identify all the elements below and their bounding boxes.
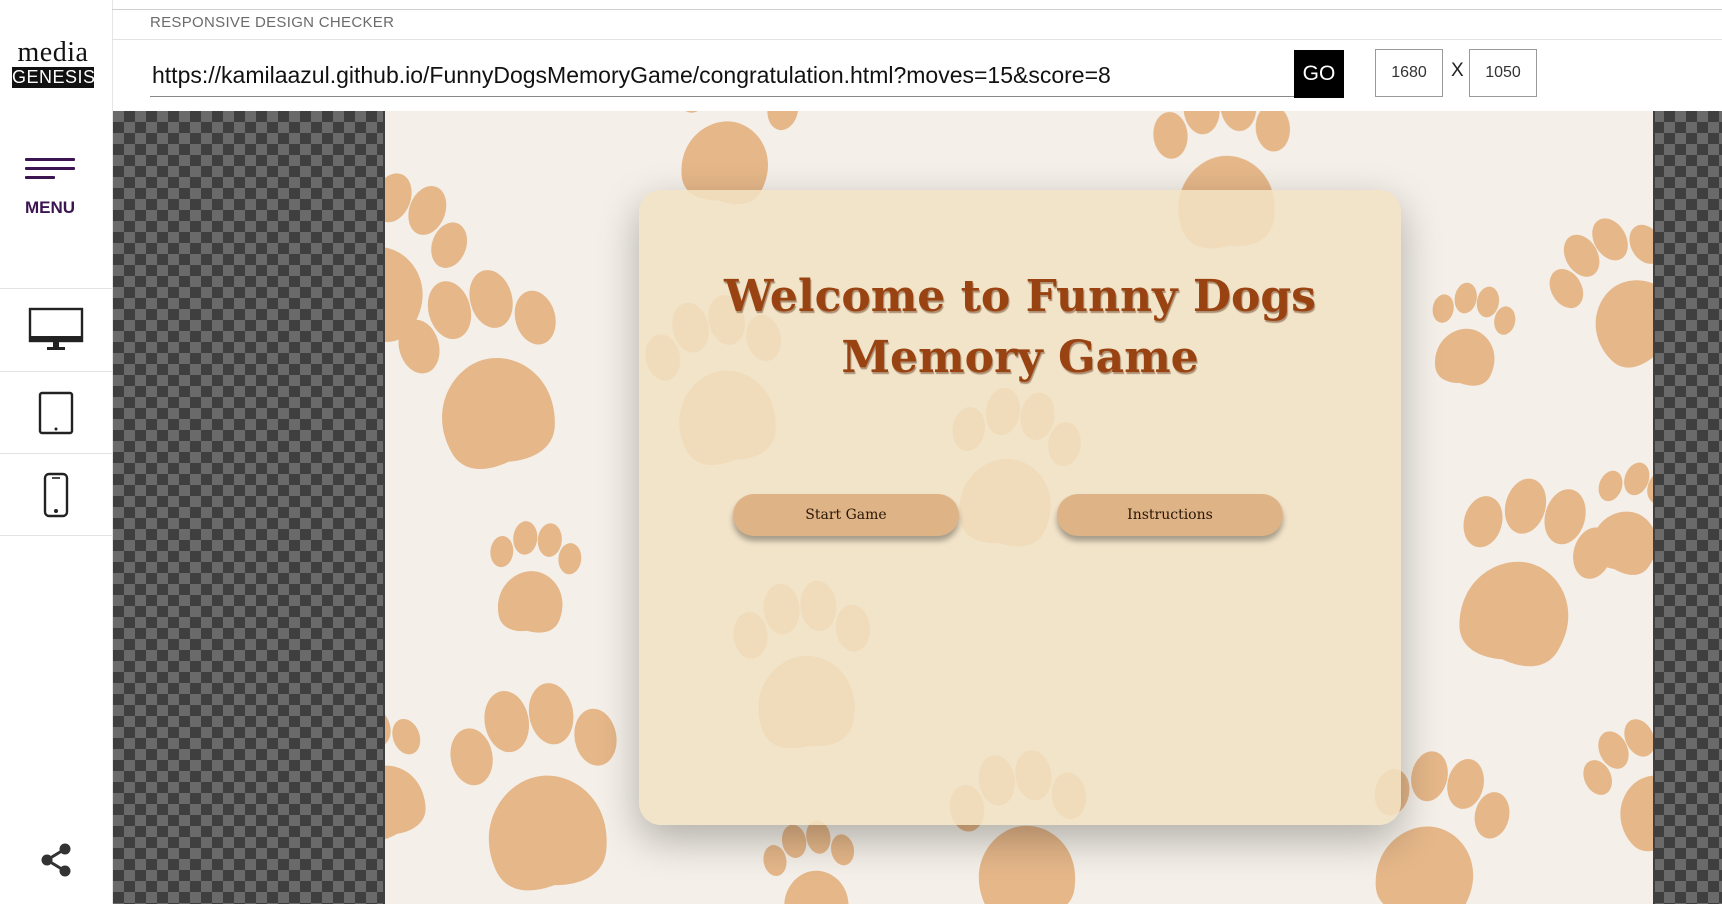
title-line-1: Welcome to Funny Dogs — [724, 271, 1316, 322]
height-input[interactable] — [1469, 49, 1537, 97]
title-divider — [112, 39, 1722, 40]
logo-text-media: media — [17, 37, 89, 68]
dimension-separator: X — [1451, 60, 1464, 81]
logo-text-genesis: GENESIS — [12, 67, 96, 88]
app-title: RESPONSIVE DESIGN CHECKER — [150, 14, 395, 31]
phone-icon — [43, 472, 69, 518]
menu-button[interactable]: MENU — [20, 158, 80, 222]
menu-icon-bar — [25, 167, 75, 170]
start-game-button[interactable]: Start Game — [733, 494, 959, 536]
top-border — [112, 9, 1722, 10]
width-input[interactable] — [1375, 49, 1443, 97]
sidebar-divider — [0, 535, 112, 536]
welcome-card: Welcome to Funny Dogs Memory Game Start … — [639, 190, 1401, 825]
sidebar: media GENESIS MENU — [0, 0, 113, 904]
media-genesis-logo[interactable]: media GENESIS — [12, 37, 96, 88]
mobile-view-button[interactable] — [0, 454, 112, 536]
menu-icon-bar — [25, 158, 75, 161]
monitor-icon — [28, 307, 84, 350]
site-preview: Welcome to Funny Dogs Memory Game Start … — [383, 111, 1655, 904]
desktop-view-button[interactable] — [0, 289, 112, 371]
share-icon — [41, 843, 71, 877]
url-input[interactable] — [150, 54, 1296, 97]
tablet-icon — [38, 391, 74, 435]
page-title: Welcome to Funny Dogs Memory Game — [639, 266, 1401, 388]
title-line-2: Memory Game — [841, 332, 1199, 383]
instructions-button[interactable]: Instructions — [1057, 494, 1283, 536]
tablet-view-button[interactable] — [0, 372, 112, 454]
menu-label: MENU — [24, 198, 76, 217]
share-button[interactable] — [38, 842, 74, 883]
go-button[interactable]: GO — [1294, 50, 1344, 98]
menu-icon-bar — [25, 176, 55, 179]
preview-viewport: Welcome to Funny Dogs Memory Game Start … — [113, 111, 1722, 904]
